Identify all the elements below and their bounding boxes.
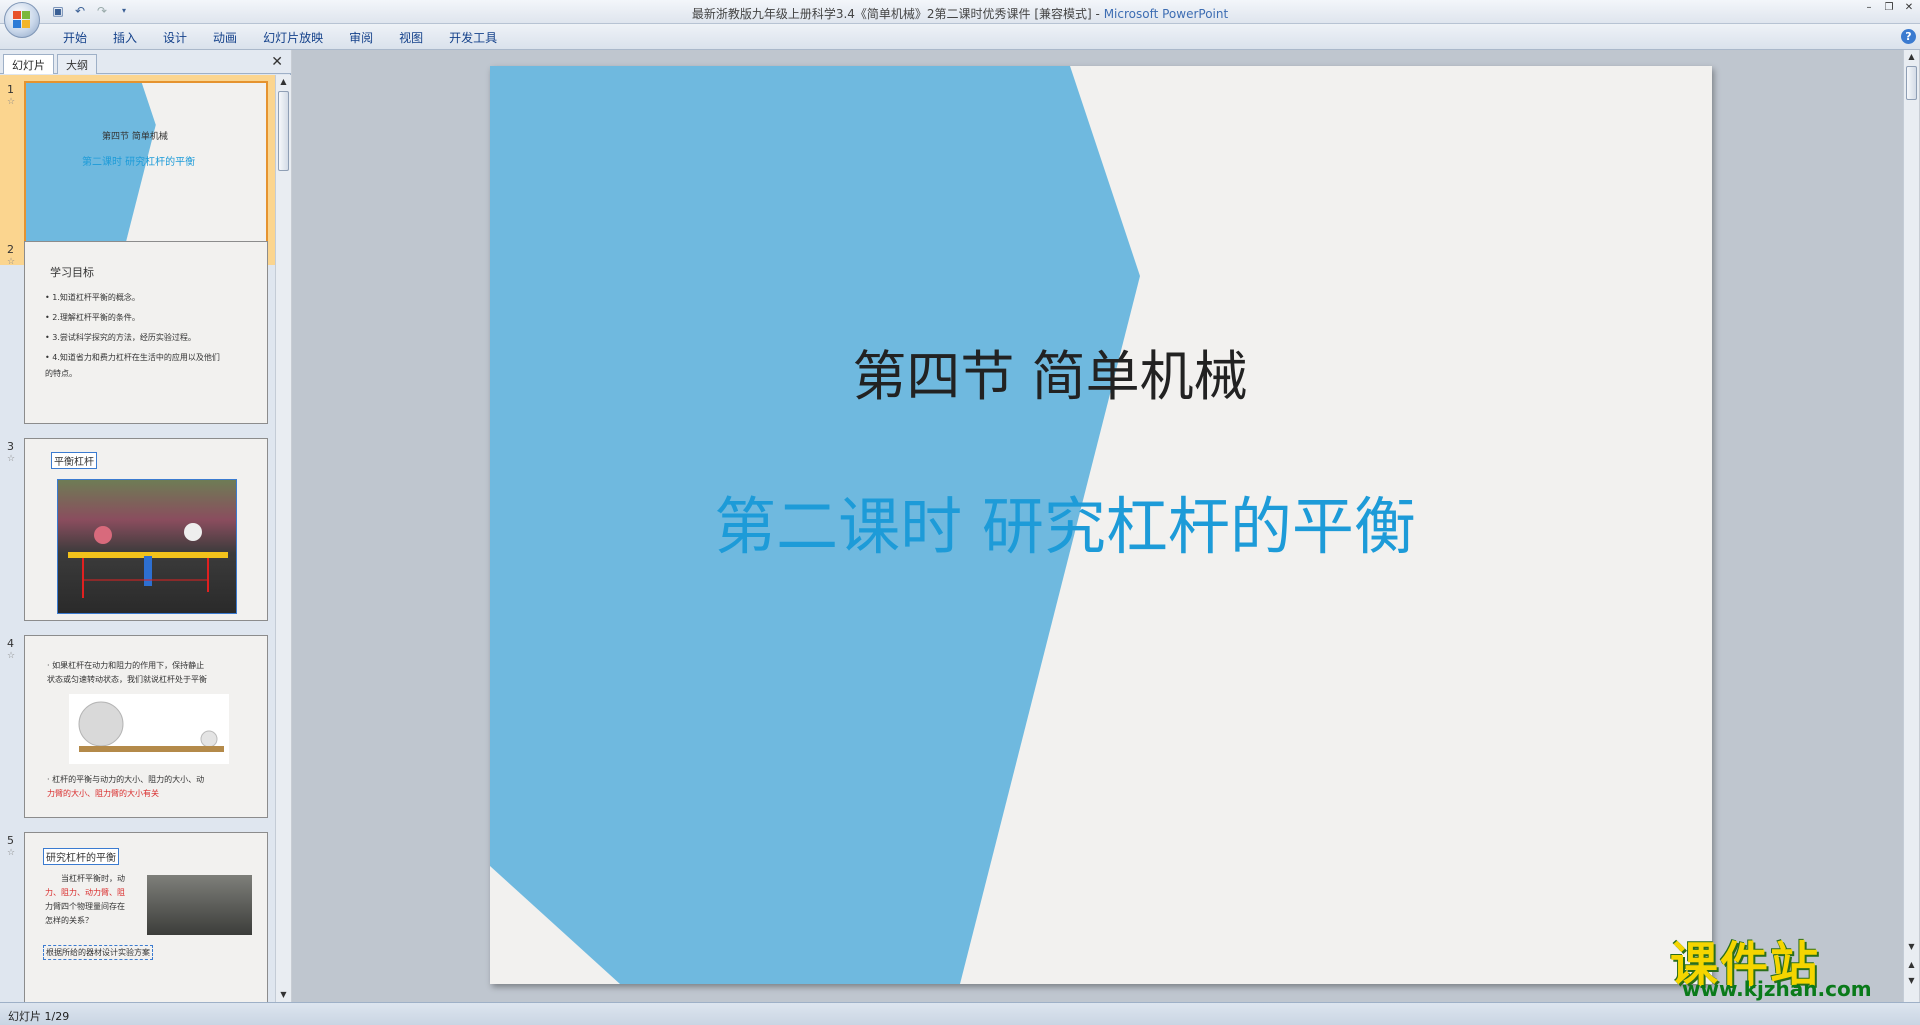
thumb-heading: 研究杠杆的平衡 [43, 848, 119, 865]
slide-number: 1 [7, 83, 14, 96]
restore-icon[interactable]: ❐ [1882, 2, 1896, 14]
status-bar: 幻灯片 1/29 [0, 1002, 1920, 1025]
help-icon[interactable]: ? [1901, 29, 1916, 44]
tab-outline[interactable]: 大纲 [57, 54, 97, 74]
scroll-thumb[interactable] [278, 91, 289, 171]
pane-close-icon[interactable]: ✕ [271, 54, 283, 70]
animation-star-icon: ☆ [7, 848, 16, 858]
current-slide[interactable]: 第四节 简单机械 第二课时 研究杠杆的平衡 [490, 66, 1712, 984]
thumb-text: 怎样的关系？ [45, 916, 93, 925]
thumbnail-row-5[interactable]: 5 ☆ 研究杠杆的平衡 当杠杆平衡时，动 力、阻力、动力臂、阻 力臂四个物理量间… [0, 826, 275, 1002]
animation-star-icon: ☆ [7, 651, 16, 661]
pane-tabs: 幻灯片 大纲 ✕ [0, 50, 291, 74]
tab-slides[interactable]: 幻灯片 [3, 54, 54, 74]
thumb-title: 第四节 简单机械 [102, 132, 168, 142]
animation-star-icon: ☆ [7, 257, 16, 267]
thumb-text: 当杠杆平衡时，动 [61, 874, 125, 883]
thumb-text: · 杠杆的平衡与动力的大小、阻力的大小、动 [47, 775, 205, 784]
thumb-text: 力臂四个物理量间存在 [45, 902, 125, 911]
ribbon: 开始 插入 设计 动画 幻灯片放映 审阅 视图 开发工具 ? [0, 24, 1920, 50]
thumb-heading: 平衡杠杆 [51, 452, 97, 469]
animation-star-icon: ☆ [7, 454, 16, 464]
thumb-bullet: • 3.尝试科学探究的方法，经历实验过程。 [45, 333, 196, 342]
window-title: 最新浙教版九年级上册科学3.4《简单机械》2第二课时优秀课件 [兼容模式] - … [0, 5, 1920, 22]
animation-star-icon: ☆ [7, 97, 16, 107]
slide-number: 5 [7, 834, 14, 847]
tab-review[interactable]: 审阅 [336, 29, 386, 47]
window-controls: – ❐ ✕ [1862, 2, 1916, 14]
tab-view[interactable]: 视图 [386, 29, 436, 47]
thumb-bullet: • 2.理解杠杆平衡的条件。 [45, 313, 140, 322]
watermark: 课件站 www.kjzhan.com [1670, 925, 1910, 1001]
office-logo-icon [13, 11, 31, 29]
office-button[interactable] [4, 2, 40, 38]
thumb-text: 力臂的大小、阻力臂的大小有关 [47, 789, 159, 798]
scroll-down-icon[interactable]: ▼ [276, 988, 291, 1002]
title-bar: ▣ ↶ ↷ ▾ 最新浙教版九年级上册科学3.4《简单机械》2第二课时优秀课件 [… [0, 0, 1920, 38]
thumbnail-row-4[interactable]: 4 ☆ · 如果杠杆在动力和阻力的作用下，保持静止 状态或匀速转动状态，我们就说… [0, 629, 275, 819]
experiment-photo [147, 875, 252, 935]
tab-home[interactable]: 开始 [50, 29, 100, 47]
slide-number: 2 [7, 243, 14, 256]
thumb-bullet: 的特点。 [45, 369, 77, 378]
tab-design[interactable]: 设计 [150, 29, 200, 47]
slide-number: 4 [7, 637, 14, 650]
slide-editor: 第四节 简单机械 第二课时 研究杠杆的平衡 [292, 50, 1903, 1002]
thumb-heading: 学习目标 [50, 266, 94, 279]
thumb-text: 力、阻力、动力臂、阻 [45, 888, 125, 897]
close-icon[interactable]: ✕ [1902, 2, 1916, 14]
thumb-bullet: • 4.知道省力和费力杠杆在生活中的应用以及他们 [45, 353, 220, 362]
slides-pane: 幻灯片 大纲 ✕ 1 ☆ 第四节 简单机械 第二课时 研究杠杆的平衡 2 ☆ 学… [0, 50, 291, 1002]
thumb-bullet: • 1.知道杠杆平衡的概念。 [45, 293, 140, 302]
thumbnail-list: 1 ☆ 第四节 简单机械 第二课时 研究杠杆的平衡 2 ☆ 学习目标 • 1.知… [0, 75, 275, 1002]
tab-developer[interactable]: 开发工具 [436, 29, 510, 47]
seesaw-diagram [68, 523, 228, 598]
slide-thumbnail-4[interactable]: · 如果杠杆在动力和阻力的作用下，保持静止 状态或匀速转动状态，我们就说杠杆处于… [24, 635, 268, 818]
tab-animations[interactable]: 动画 [200, 29, 250, 47]
document-title: 最新浙教版九年级上册科学3.4《简单机械》2第二课时优秀课件 [兼容模式] - [691, 7, 1100, 21]
slide-number: 3 [7, 440, 14, 453]
thumb-text: 根据所给的器材设计实验方案 [43, 945, 153, 960]
thumb-subtitle: 第二课时 研究杠杆的平衡 [82, 157, 196, 168]
scroll-up-icon[interactable]: ▲ [1904, 50, 1919, 64]
tab-insert[interactable]: 插入 [100, 29, 150, 47]
app-name: Microsoft PowerPoint [1103, 7, 1229, 21]
scroll-up-icon[interactable]: ▲ [276, 75, 291, 89]
slide-scrollbar[interactable]: ▲ ▼ ▲ ▼ [1903, 50, 1919, 1002]
thumb-text: · 如果杠杆在动力和阻力的作用下，保持静止 [47, 661, 205, 670]
slide-counter: 幻灯片 1/29 [8, 1010, 70, 1023]
seesaw-photo [57, 479, 237, 614]
ribbon-tabs: 开始 插入 设计 动画 幻灯片放映 审阅 视图 开发工具 [50, 29, 510, 47]
thumb-text: 状态或匀速转动状态，我们就说杠杆处于平衡 [47, 675, 207, 684]
slide-title[interactable]: 第四节 简单机械 [800, 332, 1300, 411]
minimize-icon[interactable]: – [1862, 2, 1876, 14]
thumbnail-row-3[interactable]: 3 ☆ 平衡杠杆 [0, 432, 275, 622]
thumbnail-scrollbar[interactable]: ▲ ▼ [275, 75, 291, 1002]
slide-thumbnail-5[interactable]: 研究杠杆的平衡 当杠杆平衡时，动 力、阻力、动力臂、阻 力臂四个物理量间存在 怎… [24, 832, 268, 1002]
slide-thumbnail-2[interactable]: 学习目标 • 1.知道杠杆平衡的概念。 • 2.理解杠杆平衡的条件。 • 3.尝… [24, 241, 268, 424]
slide-thumbnail-3[interactable]: 平衡杠杆 [24, 438, 268, 621]
scroll-thumb[interactable] [1906, 66, 1917, 100]
watermark-url: www.kjzhan.com [1682, 977, 1872, 1001]
tab-slideshow[interactable]: 幻灯片放映 [250, 29, 336, 47]
lever-balls-image [69, 694, 229, 764]
thumbnail-row-2[interactable]: 2 ☆ 学习目标 • 1.知道杠杆平衡的概念。 • 2.理解杠杆平衡的条件。 •… [0, 235, 275, 425]
slide-subtitle[interactable]: 第二课时 研究杠杆的平衡 [690, 476, 1440, 566]
